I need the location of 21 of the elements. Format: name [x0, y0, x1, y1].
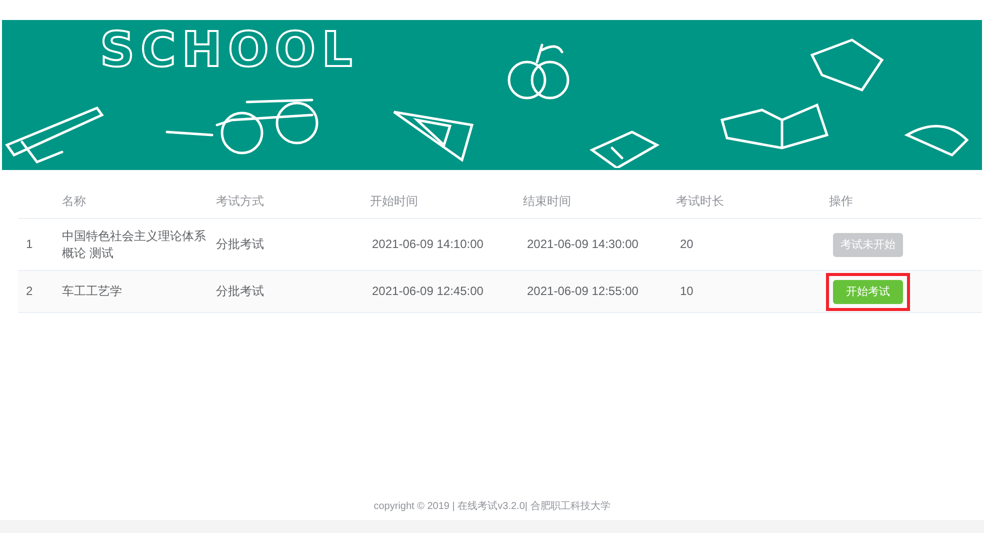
table-cell-text: 10 — [680, 283, 694, 300]
table-cell-text: 中国特色社会主义理论体系概论 测试 — [62, 228, 207, 262]
column-header: 操作 — [829, 192, 854, 210]
column-header: 结束时间 — [523, 192, 572, 210]
column-header: 名称 — [62, 192, 87, 210]
table-cell-text: 2021-06-09 14:30:00 — [526, 236, 640, 253]
table-cell-text: 2021-06-09 14:10:00 — [371, 236, 484, 253]
table-cell-text: 20 — [680, 236, 694, 253]
table-cell-text: 2021-06-09 12:45:00 — [371, 283, 484, 300]
table-cell-text: 分批考试 — [216, 283, 265, 300]
table-cell-text: 分批考试 — [216, 236, 265, 253]
column-header: 考试时长 — [676, 192, 725, 210]
column-header: 开始时间 — [370, 192, 419, 210]
table-cell-text: 2021-06-09 12:55:00 — [526, 283, 640, 300]
table-cell-text: 车工工艺学 — [62, 283, 123, 300]
banner-title: SCHOOL — [100, 22, 358, 78]
table-cell-text: 1 — [25, 236, 34, 253]
exam-button[interactable]: 开始考试 — [833, 280, 903, 304]
footer-text: copyright © 2019 | 在线考试v3.2.0| 合肥职工科技大学 — [372, 500, 612, 514]
column-header: 考试方式 — [216, 192, 265, 210]
table-cell-text: 2 — [25, 283, 34, 300]
